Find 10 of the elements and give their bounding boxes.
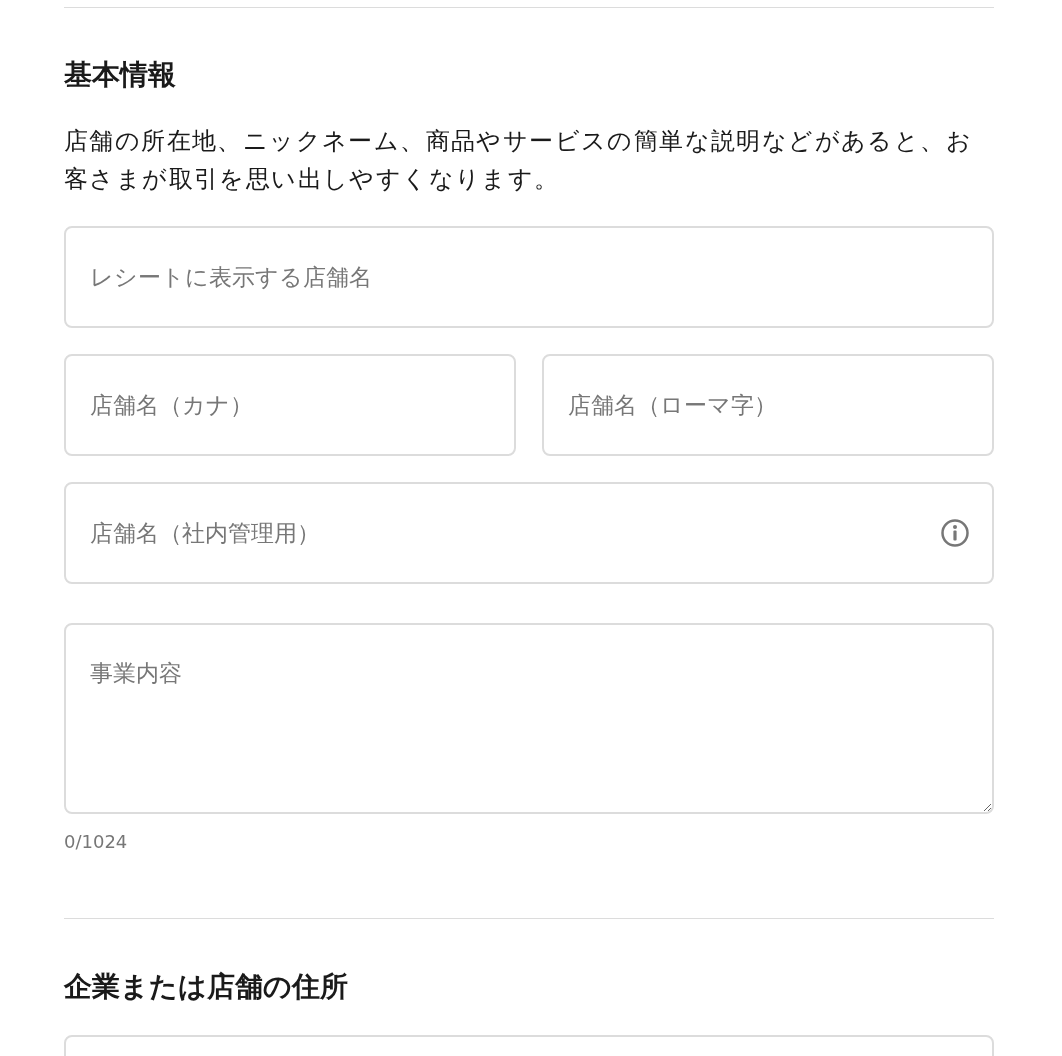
text-field[interactable]: 店舗名（ローマ字） [542, 354, 994, 456]
text-field[interactable]: 店舗名（カナ） [64, 354, 516, 456]
section-heading: 企業または店舗の住所 [64, 969, 349, 1005]
textarea-field[interactable]: 事業内容 [64, 623, 994, 814]
info-icon[interactable] [940, 518, 970, 548]
text-field[interactable]: 店舗名（社内管理用） [64, 482, 994, 584]
section-heading: 基本情報 [64, 57, 177, 93]
section-description: 店舗の所在地、ニックネーム、商品やサービスの簡単な説明などがあると、お客さまが取引を思い出しやすくなります。 [64, 126, 973, 195]
character-counter: 0/1024 [64, 830, 129, 854]
text-field[interactable]: レシートに表示する店舗名 [64, 226, 994, 328]
